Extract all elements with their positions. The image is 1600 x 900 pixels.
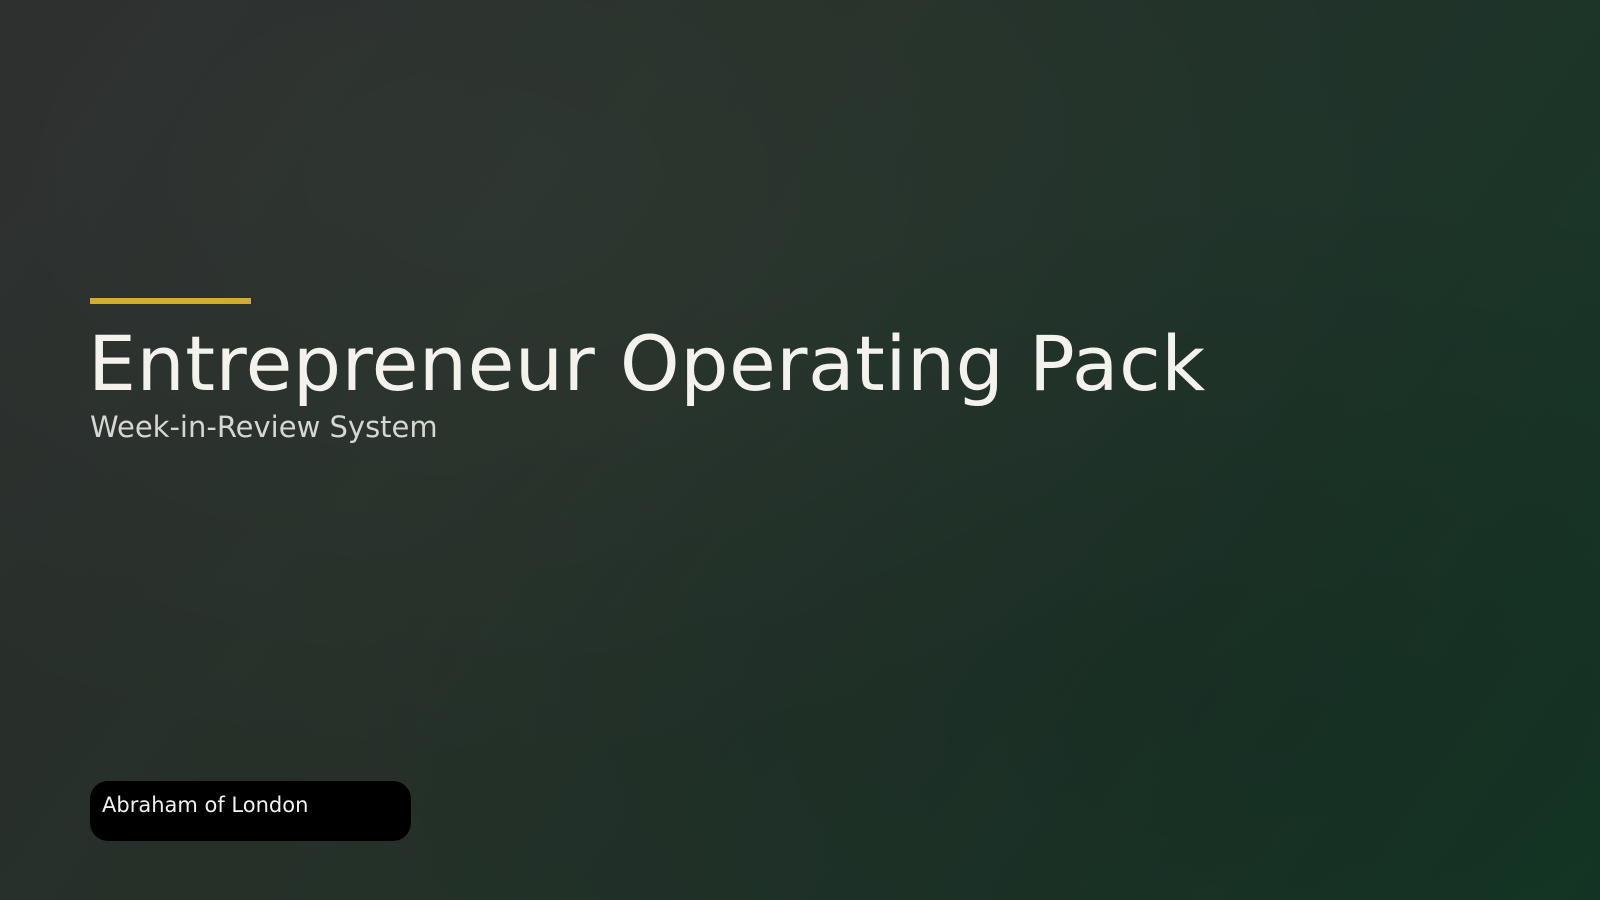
- author-badge: Abraham of London: [90, 781, 411, 841]
- accent-rule: [90, 298, 251, 304]
- author-name: Abraham of London: [102, 793, 309, 817]
- background-texture: [0, 0, 1600, 900]
- slide-subtitle: Week-in-Review System: [90, 410, 438, 444]
- slide-title: Entrepreneur Operating Pack: [88, 319, 1206, 408]
- title-slide: Entrepreneur Operating Pack Week-in-Revi…: [0, 0, 1600, 900]
